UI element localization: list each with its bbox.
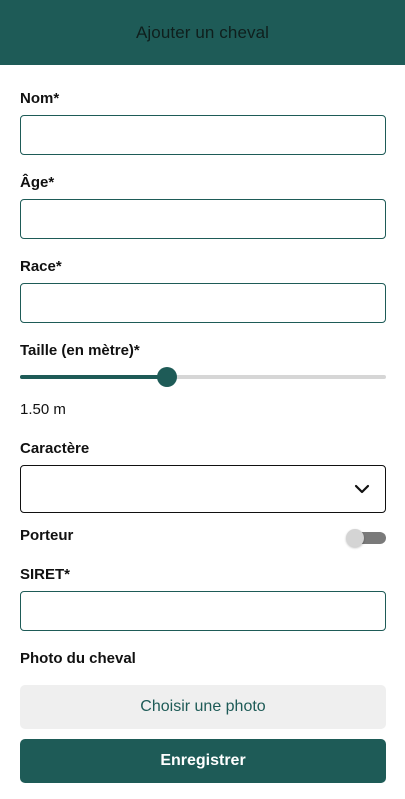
height-slider[interactable] [20,367,386,387]
chevron-down-icon [354,484,370,494]
porteur-toggle[interactable] [346,529,386,547]
breed-label: Race* [20,258,62,275]
age-label: Âge* [20,174,55,191]
choose-photo-button[interactable]: Choisir une photo [20,685,386,729]
save-button-label: Enregistrer [160,752,246,769]
age-input[interactable] [20,199,386,239]
siret-label: SIRET* [20,566,71,583]
height-slider-fill [20,375,168,379]
height-slider-thumb[interactable] [157,367,178,387]
height-label: Taille (en mètre)* [20,342,140,359]
character-select[interactable] [20,465,386,513]
siret-input[interactable] [20,591,386,631]
height-value: 1.50 m [20,401,66,418]
photo-label: Photo du cheval [20,650,136,667]
page-title: Ajouter un cheval [135,22,270,42]
porteur-toggle-knob [346,529,364,547]
breed-input[interactable] [20,283,386,323]
save-button[interactable]: Enregistrer [20,739,386,783]
character-label: Caractère [20,440,90,457]
choose-photo-button-label: Choisir une photo [140,698,266,715]
porteur-label: Porteur [20,527,74,544]
app-header: Ajouter un cheval [0,0,405,65]
name-input[interactable] [20,115,386,155]
name-label: Nom* [20,90,60,107]
